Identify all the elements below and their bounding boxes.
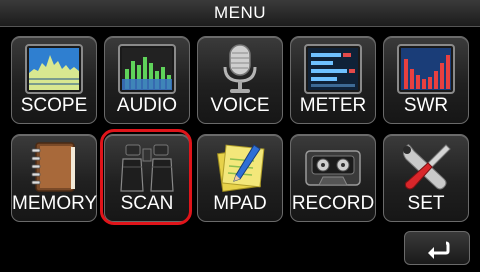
- scope-button[interactable]: SCOPE: [11, 36, 97, 124]
- swr-button[interactable]: SWR: [383, 36, 469, 124]
- menu-screen: MENU SCOPE AUDIO VOICE METER SWR MEMORY …: [0, 0, 480, 272]
- meter-label: METER: [299, 95, 367, 116]
- memory-button[interactable]: MEMORY: [11, 134, 97, 222]
- menu-title: MENU: [0, 0, 480, 27]
- set-label: SET: [407, 193, 445, 214]
- return-arrow-icon: [428, 241, 450, 259]
- memory-label: MEMORY: [12, 193, 98, 214]
- meter-button[interactable]: METER: [290, 36, 376, 124]
- audio-spectrum-icon: [117, 43, 177, 97]
- memo-pad-icon: [210, 141, 270, 195]
- microphone-icon: [210, 43, 270, 97]
- wrench-screwdriver-icon: [396, 141, 456, 195]
- scan-button[interactable]: SCAN: [104, 134, 190, 222]
- scope-label: SCOPE: [20, 95, 88, 116]
- record-button[interactable]: RECORD: [290, 134, 376, 222]
- cassette-tape-icon: [303, 141, 363, 195]
- binoculars-icon: [117, 141, 177, 195]
- spectrum-scope-icon: [24, 43, 84, 97]
- voice-button[interactable]: VOICE: [197, 36, 283, 124]
- voice-label: VOICE: [210, 95, 270, 116]
- swr-label: SWR: [403, 95, 449, 116]
- swr-graph-icon: [396, 43, 456, 97]
- audio-button[interactable]: AUDIO: [104, 36, 190, 124]
- audio-label: AUDIO: [116, 95, 178, 116]
- mpad-label: MPAD: [213, 193, 267, 214]
- notebook-icon: [24, 141, 84, 195]
- mpad-button[interactable]: MPAD: [197, 134, 283, 222]
- set-button[interactable]: SET: [383, 134, 469, 222]
- back-button[interactable]: [404, 231, 470, 265]
- scan-label: SCAN: [120, 193, 174, 214]
- meter-icon: [303, 43, 363, 97]
- record-label: RECORD: [291, 193, 375, 214]
